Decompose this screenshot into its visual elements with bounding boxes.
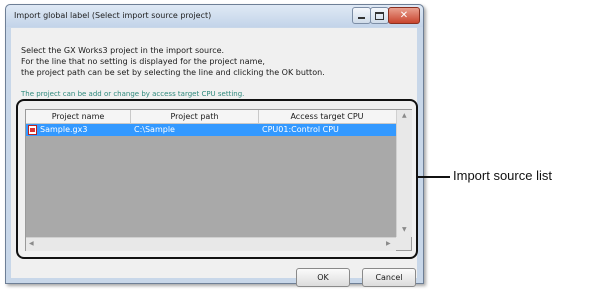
- minimize-icon: [358, 17, 365, 19]
- instruction-line: Select the GX Works3 project in the impo…: [21, 46, 225, 55]
- maximize-button[interactable]: [370, 7, 389, 24]
- callout-label: Import source list: [453, 168, 552, 183]
- minimize-button[interactable]: [352, 7, 371, 24]
- access-cpu-note: The project can be add or change by acce…: [21, 90, 245, 98]
- title-bar[interactable]: Import global label (Select import sourc…: [6, 5, 423, 27]
- cancel-button[interactable]: Cancel: [362, 268, 416, 287]
- instruction-line: the project path can be set by selecting…: [21, 68, 325, 77]
- close-icon: ✕: [399, 9, 409, 21]
- dialog-title: Import global label (Select import sourc…: [14, 11, 212, 20]
- instruction-text: Select the GX Works3 project in the impo…: [21, 45, 325, 78]
- close-button[interactable]: ✕: [388, 7, 420, 24]
- ok-button[interactable]: OK: [296, 268, 350, 287]
- maximize-icon: [375, 11, 384, 20]
- callout-leader-line: [416, 176, 450, 178]
- callout-frame: [16, 99, 418, 259]
- instruction-line: For the line that no setting is displaye…: [21, 57, 265, 66]
